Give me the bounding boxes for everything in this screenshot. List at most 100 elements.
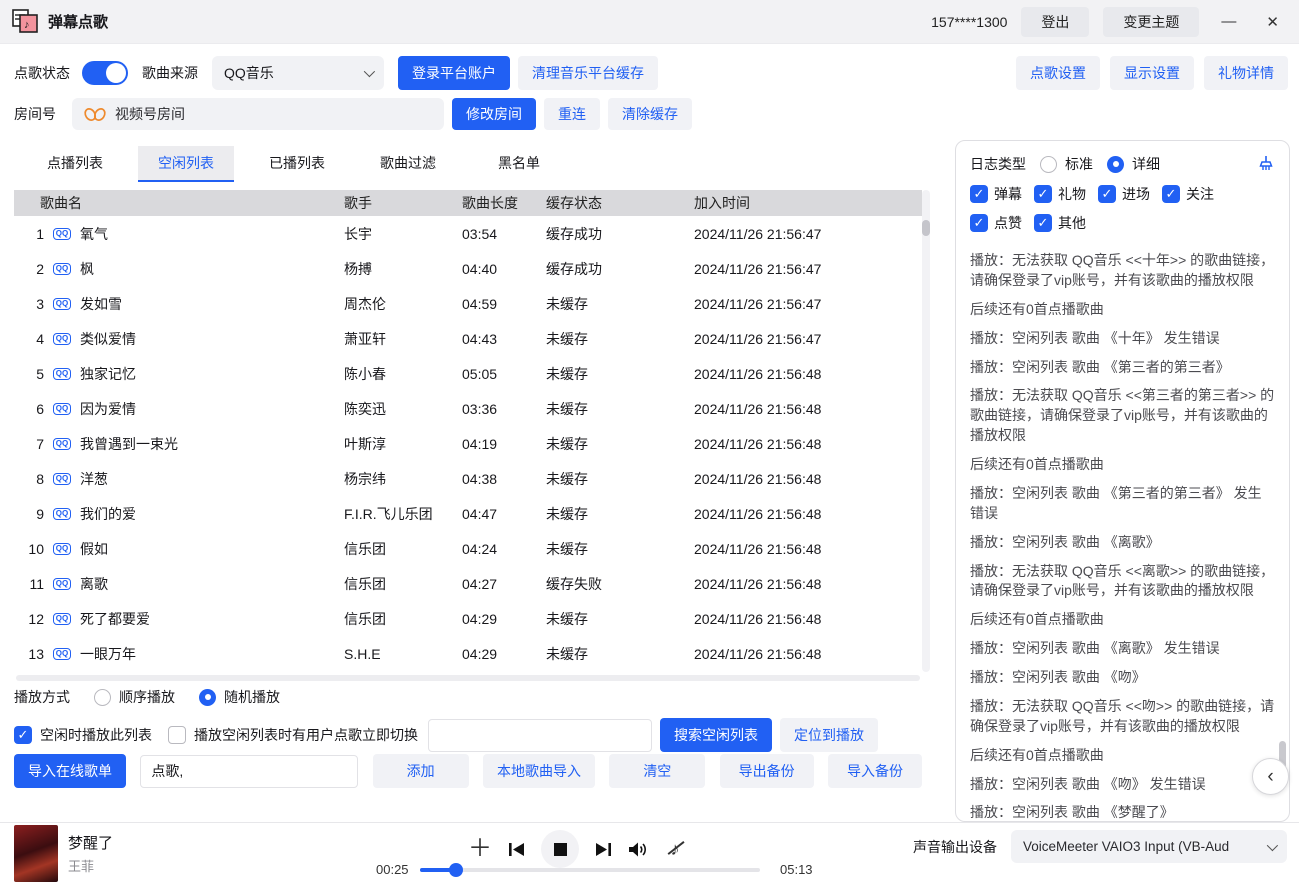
stop-icon[interactable] (541, 830, 579, 868)
cache-status: 未缓存 (546, 504, 694, 524)
log-filter-checkbox[interactable] (1034, 214, 1052, 232)
song-name: 洋葱 (80, 469, 344, 489)
tab-request-list[interactable]: 点播列表 (27, 146, 123, 182)
sequential-play-radio[interactable] (94, 689, 111, 706)
svg-text:♪: ♪ (24, 19, 30, 31)
idle-play-label: 空闲时播放此列表 (40, 725, 152, 745)
table-row[interactable]: 11 QQ 离歌 信乐团 04:27 缓存失败 2024/11/26 21:56… (14, 566, 922, 601)
add-song-icon[interactable]: ＋ (468, 837, 492, 861)
log-filter-checkbox[interactable] (1098, 185, 1116, 203)
gift-details-button[interactable]: 礼物详情 (1204, 56, 1288, 90)
logout-button[interactable]: 登出 (1021, 7, 1089, 37)
play-mode-label: 播放方式 (14, 687, 70, 707)
log-filter-checkbox[interactable] (1162, 185, 1180, 203)
row-index: 11 (14, 576, 44, 592)
room-input[interactable] (115, 106, 415, 122)
minimize-icon[interactable]: — (1213, 9, 1244, 34)
previous-track-icon[interactable] (508, 842, 525, 857)
song-name: 我曾遇到一束光 (80, 434, 344, 454)
log-filter-label: 关注 (1186, 184, 1214, 204)
clear-log-broom-icon[interactable] (1257, 155, 1275, 173)
table-row[interactable]: 1 QQ 氧气 长宇 03:54 缓存成功 2024/11/26 21:56:4… (14, 216, 922, 251)
table-row[interactable]: 9 QQ 我们的爱 F.I.R.飞儿乐团 04:47 未缓存 2024/11/2… (14, 496, 922, 531)
log-detailed-radio[interactable] (1107, 156, 1124, 173)
export-backup-button[interactable]: 导出备份 (720, 754, 814, 788)
random-play-radio[interactable] (199, 689, 216, 706)
singer: 信乐团 (344, 539, 462, 559)
scrollbar-thumb[interactable] (922, 220, 930, 236)
add-button[interactable]: 添加 (373, 754, 469, 788)
locate-playing-button[interactable]: 定位到播放 (780, 718, 878, 752)
display-settings-button[interactable]: 显示设置 (1110, 56, 1194, 90)
log-standard-radio[interactable] (1040, 156, 1057, 173)
table-row[interactable]: 12 QQ 死了都要爱 信乐团 04:29 未缓存 2024/11/26 21:… (14, 601, 922, 636)
import-online-playlist-button[interactable]: 导入在线歌单 (14, 754, 126, 788)
log-filter-label: 其他 (1058, 213, 1086, 233)
progress-thumb[interactable] (449, 863, 463, 877)
song-source-value: QQ音乐 (224, 63, 274, 83)
log-standard-label: 标准 (1065, 154, 1093, 174)
tab-idle-list[interactable]: 空闲列表 (138, 146, 234, 182)
search-idle-button[interactable]: 搜索空闲列表 (660, 718, 772, 752)
table-row[interactable]: 7 QQ 我曾遇到一束光 叶斯淳 04:19 未缓存 2024/11/26 21… (14, 426, 922, 461)
progress-slider[interactable] (420, 868, 760, 872)
player-bar: 梦醒了 王菲 ＋ ♪ 00:25 05:13 声音输出设备 VoiceMeete… (0, 822, 1299, 883)
singer: 陈奕迅 (344, 399, 462, 419)
tab-played-list[interactable]: 已播列表 (249, 146, 345, 182)
table-row[interactable]: 6 QQ 因为爱情 陈奕迅 03:36 未缓存 2024/11/26 21:56… (14, 391, 922, 426)
table-row[interactable]: 4 QQ 类似爱情 萧亚轩 04:43 未缓存 2024/11/26 21:56… (14, 321, 922, 356)
tab-blacklist[interactable]: 黑名单 (471, 146, 567, 182)
log-filter-checkbox[interactable] (970, 214, 988, 232)
local-import-button[interactable]: 本地歌曲导入 (483, 754, 595, 788)
cache-status: 未缓存 (546, 469, 694, 489)
added-time: 2024/11/26 21:56:48 (694, 646, 922, 662)
table-horizontal-scrollbar[interactable] (16, 675, 920, 681)
singer: 叶斯淳 (344, 434, 462, 454)
next-track-icon[interactable] (595, 842, 612, 857)
log-entry: 播放：无法获取 QQ音乐 <<十年>> 的歌曲链接，请确保登录了vip账号，并有… (970, 251, 1275, 291)
import-backup-button[interactable]: 导入备份 (828, 754, 922, 788)
output-device-select[interactable]: VoiceMeeter VAIO3 Input (VB-Aud (1011, 830, 1287, 863)
login-platform-button[interactable]: 登录平台账户 (398, 56, 510, 90)
import-playlist-input[interactable] (140, 755, 358, 788)
song-request-status-label: 点歌状态 (14, 63, 70, 83)
change-theme-button[interactable]: 变更主题 (1103, 7, 1199, 37)
song-source-select[interactable]: QQ音乐 (212, 56, 384, 90)
volume-icon[interactable] (628, 841, 649, 858)
log-entry: 后续还有0首点播歌曲 (970, 300, 1275, 320)
log-filter-checkbox[interactable] (1034, 185, 1052, 203)
log-filter-checkbox[interactable] (970, 185, 988, 203)
cache-status: 缓存成功 (546, 259, 694, 279)
collapse-panel-button[interactable]: ‹ (1252, 758, 1289, 795)
table-row[interactable]: 13 QQ 一眼万年 S.H.E 04:29 未缓存 2024/11/26 21… (14, 636, 922, 671)
instant-switch-checkbox[interactable] (168, 726, 186, 744)
table-row[interactable]: 10 QQ 假如 信乐团 04:24 未缓存 2024/11/26 21:56:… (14, 531, 922, 566)
table-vertical-scrollbar[interactable] (922, 190, 930, 672)
clear-platform-cache-button[interactable]: 清理音乐平台缓存 (518, 56, 658, 90)
clear-list-button[interactable]: 清空 (609, 754, 705, 788)
table-row[interactable]: 5 QQ 独家记忆 陈小春 05:05 未缓存 2024/11/26 21:56… (14, 356, 922, 391)
song-settings-button[interactable]: 点歌设置 (1016, 56, 1100, 90)
log-entry: 播放：空闲列表 歌曲 《第三者的第三者》 发生错误 (970, 484, 1275, 524)
modify-room-button[interactable]: 修改房间 (452, 98, 536, 130)
log-entry: 播放：空闲列表 歌曲 《离歌》 发生错误 (970, 639, 1275, 659)
clear-cache-button[interactable]: 清除缓存 (608, 98, 692, 130)
qq-source-icon: QQ (53, 543, 71, 555)
reconnect-button[interactable]: 重连 (544, 98, 600, 130)
song-name: 因为爱情 (80, 399, 344, 419)
close-icon[interactable]: ✕ (1258, 9, 1287, 35)
log-entry: 播放：无法获取 QQ音乐 <<离歌>> 的歌曲链接，请确保登录了vip账号，并有… (970, 562, 1275, 602)
row-index: 1 (14, 226, 44, 242)
table-row[interactable]: 2 QQ 枫 杨搏 04:40 缓存成功 2024/11/26 21:56:47 (14, 251, 922, 286)
idle-play-checkbox[interactable] (14, 726, 32, 744)
cache-status: 缓存成功 (546, 224, 694, 244)
log-entry: 播放：空闲列表 歌曲 《十年》 发生错误 (970, 329, 1275, 349)
tab-song-filter[interactable]: 歌曲过滤 (360, 146, 456, 182)
desktop-lyrics-off-icon[interactable]: ♪ (665, 839, 685, 860)
log-entry: 播放：空闲列表 歌曲 《离歌》 (970, 533, 1275, 553)
song-request-toggle[interactable] (82, 61, 128, 85)
search-idle-input[interactable] (428, 719, 652, 752)
table-row[interactable]: 8 QQ 洋葱 杨宗纬 04:38 未缓存 2024/11/26 21:56:4… (14, 461, 922, 496)
row-index: 12 (14, 611, 44, 627)
table-row[interactable]: 3 QQ 发如雪 周杰伦 04:59 未缓存 2024/11/26 21:56:… (14, 286, 922, 321)
